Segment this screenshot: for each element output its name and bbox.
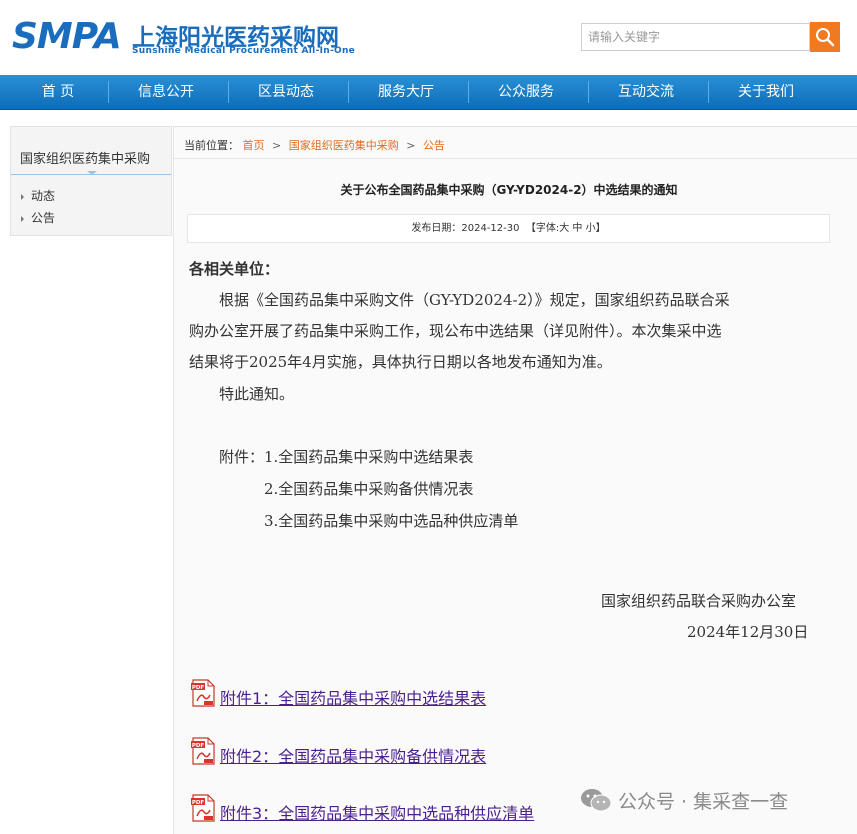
bullet-icon [21, 193, 24, 200]
search-button[interactable] [810, 22, 840, 52]
site-header: SMPA 上海阳光医药采购网 Sunshine Medical Procurem… [0, 0, 857, 75]
attachment-link-label[interactable]: 附件3：全国药品集中采购中选品种供应清单 [220, 800, 534, 824]
nav-divider [468, 81, 469, 103]
nav-divider [228, 81, 229, 103]
breadcrumb-sep: > [406, 139, 416, 152]
breadcrumb-current[interactable]: 公告 [423, 139, 445, 152]
font-size-large[interactable]: 大 [559, 223, 569, 234]
attachment-list-item: 2.全国药品集中采购备供情况表 [189, 480, 474, 498]
bullet-icon [21, 215, 24, 222]
nav-divider [588, 81, 589, 103]
svg-text:PDF: PDF [192, 685, 205, 691]
attachment-link-label[interactable]: 附件2：全国药品集中采购备供情况表 [220, 743, 486, 767]
nav-item-home[interactable]: 首 页 [8, 75, 108, 109]
font-size-small[interactable]: 小 [586, 223, 596, 234]
watermark-text: 公众号 · 集采查一查 [618, 791, 789, 813]
breadcrumb-prefix: 当前位置： [184, 139, 239, 152]
wechat-icon [581, 789, 612, 812]
svg-text:PDF: PDF [192, 743, 205, 749]
breadcrumb: 当前位置： 首页 > 国家组织医药集中采购 > 公告 [184, 137, 445, 153]
nav-item-public-service[interactable]: 公众服务 [476, 75, 576, 109]
svg-text:PDF: PDF [192, 800, 205, 806]
attachment-list-item: 附件：1.全国药品集中采购中选结果表 [189, 448, 474, 466]
article-greeting: 各相关单位： [189, 260, 280, 278]
caret-down-icon [87, 171, 97, 175]
sidebar-item-news[interactable]: 动态 [21, 187, 55, 204]
nav-item-info[interactable]: 信息公开 [116, 75, 216, 109]
publish-date: 2024-12-30 [461, 223, 520, 234]
sidebar-item-label: 公告 [31, 211, 56, 225]
search-icon [816, 28, 835, 47]
signature-date: 2024年12月30日 [687, 623, 809, 641]
article-title: 关于公布全国药品集中采购（GY-YD2024-2）中选结果的通知 [340, 183, 678, 197]
article-paragraph: 根据《全国药品集中采购文件（GY-YD2024-2）》规定，国家组织药品联合采 [189, 291, 730, 309]
nav-divider [348, 81, 349, 103]
sidebar: 国家组织医药集中采购 动态 公告 [10, 126, 172, 236]
nav-divider [708, 81, 709, 103]
nav-divider [108, 81, 109, 103]
nav-item-interaction[interactable]: 互动交流 [596, 75, 696, 109]
logo-en-name: Sunshine Medical Procurement All-In-One [132, 46, 356, 56]
article-meta: 发布日期：2024-12-30 【字体:大 中 小】 [187, 214, 830, 243]
attachment-link-label[interactable]: 附件1：全国药品集中采购中选结果表 [220, 685, 486, 709]
attachment-list-item: 3.全国药品集中采购中选品种供应清单 [189, 512, 519, 530]
breadcrumb-home[interactable]: 首页 [243, 139, 265, 152]
pdf-icon: PDF [191, 737, 215, 765]
search-input[interactable]: 请输入关键字 [581, 23, 810, 51]
main-content: 当前位置： 首页 > 国家组织医药集中采购 > 公告 关于公布全国药品集中采购（… [173, 126, 857, 834]
nav-item-about[interactable]: 关于我们 [716, 75, 816, 109]
breadcrumb-category[interactable]: 国家组织医药集中采购 [289, 139, 399, 152]
font-size-medium[interactable]: 中 [572, 223, 582, 234]
article-paragraph: 特此通知。 [189, 385, 295, 403]
pdf-icon: PDF [191, 679, 215, 707]
sidebar-item-label: 动态 [31, 189, 56, 203]
font-size-label: 【字体: [525, 223, 560, 234]
pdf-icon: PDF [191, 794, 215, 822]
nav-item-district[interactable]: 区县动态 [236, 75, 336, 109]
signature-org: 国家组织药品联合采购办公室 [601, 592, 797, 610]
main-nav: 首 页 信息公开 区县动态 服务大厅 公众服务 互动交流 关于我们 [0, 75, 857, 110]
breadcrumb-sep: > [272, 139, 282, 152]
sidebar-item-notice[interactable]: 公告 [21, 209, 55, 226]
article-paragraph: 结果将于2025年4月实施，具体执行日期以各地发布通知为准。 [189, 353, 612, 371]
article-paragraph: 购办公室开展了药品集中采购工作，现公布中选结果（详见附件）。本次集采中选 [189, 322, 722, 340]
publish-date-label: 发布日期： [411, 223, 462, 234]
nav-item-service-hall[interactable]: 服务大厅 [356, 75, 456, 109]
font-size-close: 】 [595, 223, 606, 234]
divider [174, 158, 857, 159]
logo-abbr: SMPA [12, 16, 122, 57]
